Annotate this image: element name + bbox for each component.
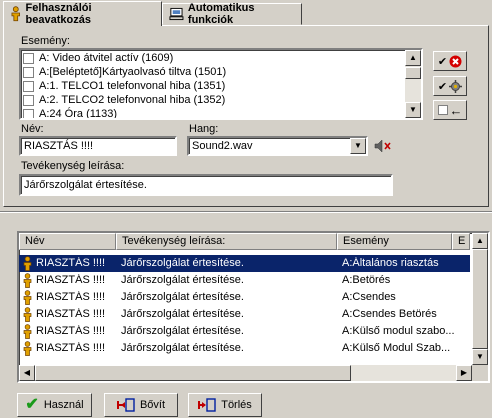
delete-x-icon [449,55,462,67]
delete-button-label: Törlés [221,399,252,411]
cell-name: RIASZTÁS !!!! [36,274,106,286]
scroll-corner [472,365,488,381]
event-list-items: A: Video átvitel actív (1609) A:[Belépte… [21,50,421,118]
scroll-thumb[interactable] [405,67,421,79]
table-row[interactable]: RIASZTÁS !!!! Járőrszolgálat értesítése.… [19,255,470,272]
event-list[interactable]: A: Video átvitel actív (1609) A:[Belépte… [19,48,423,120]
table-row[interactable]: RIASZTÁS !!!! Járőrszolgálat értesítése.… [19,272,470,289]
cell-event: A:Betörés [342,274,391,286]
sound-label: Hang: [189,123,219,135]
tab-label: Automatikus funkciók [187,2,255,26]
checkbox[interactable] [23,66,34,78]
checkbox[interactable] [23,94,34,106]
person-icon [23,273,32,288]
table-row[interactable]: RIASZTÁS !!!! Járőrszolgálat értesítése.… [19,306,470,323]
column-header-extra[interactable]: E [452,233,470,250]
add-row-icon [116,398,135,412]
check-all-button[interactable]: ✔ [433,51,467,71]
cell-name: RIASZTÁS !!!! [36,342,106,354]
tab-user-intervention[interactable]: Felhasználói beavatkozás [3,1,162,26]
add-button[interactable]: Bővít [104,393,178,417]
column-header-event[interactable]: Esemény [337,233,452,250]
check-icon: ✔ [437,55,448,68]
list-item[interactable]: A:1. TELCO1 telefonvonal hiba (1351) [21,79,421,93]
person-icon [23,256,32,271]
tab-automatic-functions[interactable]: Automatikus funkciók [162,2,302,26]
event-list-scrollbar[interactable]: ▲ ▼ [405,50,421,118]
table-vertical-scrollbar[interactable]: ▲ ▼ [472,233,488,365]
use-button[interactable]: ✔ Használ [17,393,92,417]
cell-name: RIASZTÁS !!!! [36,325,106,337]
checkmark-icon: ✔ [25,396,39,413]
scroll-right-icon[interactable]: ▶ [456,365,472,381]
cell-event: A:Csendes [342,291,396,303]
cell-description: Járőrszolgálat értesítése. [121,274,244,286]
uncheck-arrow-button[interactable]: ← [433,100,467,120]
name-label: Név: [21,123,44,135]
scroll-down-icon[interactable]: ▼ [472,349,488,365]
cell-name: RIASZTÁS !!!! [36,291,106,303]
cell-event: A:Csendes Betörés [342,308,437,320]
scroll-up-icon[interactable]: ▲ [472,233,488,249]
scroll-down-icon[interactable]: ▼ [405,102,421,118]
add-button-label: Bővít [139,399,166,411]
empty-check-icon [437,105,448,115]
cell-name: RIASZTÁS !!!! [36,308,106,320]
arrow-left-icon: ← [449,102,463,118]
column-header-description[interactable]: Tevékenység leírása: [116,233,337,250]
cell-description: Járőrszolgálat értesítése. [121,291,244,303]
check-settings-button[interactable]: ✔ [433,76,467,96]
scroll-up-icon[interactable]: ▲ [405,50,421,66]
list-item[interactable]: A:2. TELCO2 telefonvonal hiba (1352) [21,93,421,107]
table-row[interactable]: RIASZTÁS !!!! Járőrszolgálat értesítése.… [19,323,470,340]
check-icon: ✔ [437,80,448,93]
play-sound-button[interactable] [371,136,395,156]
cell-description: Járőrszolgálat értesítése. [121,342,244,354]
computer-icon [169,7,184,21]
scroll-thumb[interactable] [472,249,488,349]
delete-row-icon [198,398,216,412]
separator [0,211,492,213]
column-header-name[interactable]: Név [19,233,116,250]
use-button-label: Használ [43,399,84,411]
sound-select[interactable]: Sound2.wav ▼ [187,136,368,156]
cell-event: A:Általános riasztás [342,257,439,269]
checkbox[interactable] [23,52,34,64]
chevron-down-icon[interactable]: ▼ [350,138,366,154]
table-row[interactable]: RIASZTÁS !!!! Járőrszolgálat értesítése.… [19,289,470,306]
event-label: Esemény: [21,35,70,47]
rules-table-body: Név Tevékenység leírása: Esemény E RIASZ… [19,233,488,381]
cell-name: RIASZTÁS !!!! [36,257,106,269]
description-label: Tevékenység leírása: [21,160,125,172]
person-icon [23,290,32,305]
checkbox[interactable] [23,80,34,92]
tab-label: Felhasználói beavatkozás [25,2,92,26]
speaker-icon [374,139,391,153]
person-icon [11,6,21,22]
scroll-left-icon[interactable]: ◀ [19,365,35,381]
sound-select-value: Sound2.wav [192,140,253,152]
cell-event: A:Külső Modul Szab... [342,342,451,354]
scroll-thumb[interactable] [35,365,351,381]
list-item[interactable]: A: Video átvitel actív (1609) [21,51,421,65]
list-item[interactable]: A:[Beléptető]Kártyaolvasó tiltva (1501) [21,65,421,79]
checkbox[interactable] [23,108,34,118]
list-item[interactable]: A:24 Óra (1133) [21,107,421,118]
cell-description: Járőrszolgálat értesítése. [121,308,244,320]
table-row[interactable]: RIASZTÁS !!!! Járőrszolgálat értesítése.… [19,340,470,357]
description-field[interactable]: Járőrszolgálat értesítése. [19,174,393,196]
person-icon [23,324,32,339]
cell-description: Járőrszolgálat értesítése. [121,257,244,269]
table-horizontal-scrollbar[interactable]: ◀ ▶ [19,365,472,381]
person-icon [23,307,32,322]
name-field[interactable]: RIASZTÁS !!!! [19,136,177,156]
cell-event: A:Külső modul szabo... [342,325,454,337]
delete-button[interactable]: Törlés [188,393,262,417]
gear-icon [449,79,463,93]
cell-description: Járőrszolgálat értesítése. [121,325,244,337]
person-icon [23,341,32,356]
